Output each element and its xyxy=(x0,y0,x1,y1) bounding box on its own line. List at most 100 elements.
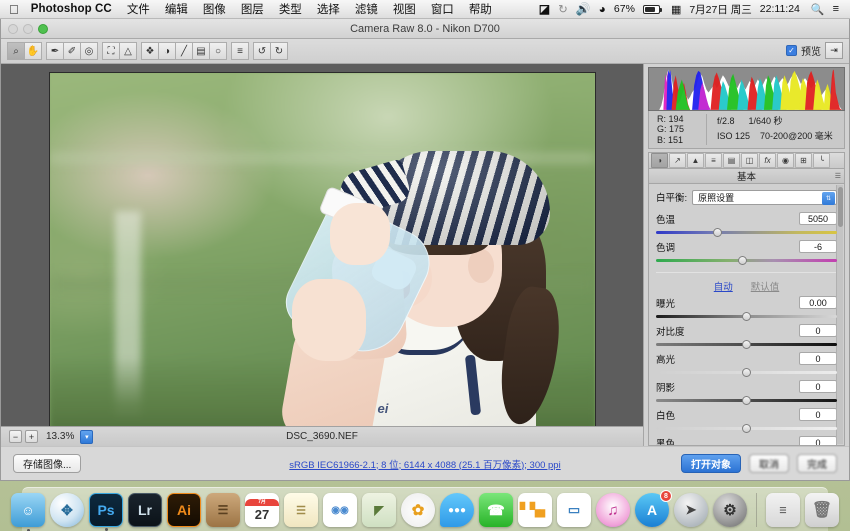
slider-knob-tint[interactable] xyxy=(738,255,748,265)
dock-messages[interactable]: ●●● xyxy=(440,493,474,527)
battery-icon[interactable] xyxy=(642,4,662,14)
graduated-filter-tool[interactable]: ▤ xyxy=(192,42,210,60)
slider-track-whites[interactable] xyxy=(656,423,837,434)
menu-item-select[interactable]: 选择 xyxy=(317,1,340,17)
slider-knob-whites[interactable] xyxy=(742,423,751,433)
slider-track-temperature[interactable] xyxy=(656,227,837,238)
adjustment-brush-tool[interactable]: ╱ xyxy=(175,42,193,60)
volume-icon[interactable]: 🔊 xyxy=(576,2,591,16)
panel-menu-icon[interactable]: ☰ xyxy=(835,172,841,180)
slider-knob-shadows[interactable] xyxy=(742,395,751,405)
dock-illustrator[interactable]: Ai xyxy=(167,493,201,527)
slider-track-shadows[interactable] xyxy=(656,395,837,406)
slider-knob-temperature[interactable] xyxy=(713,227,723,237)
targeted-adjustment-tool[interactable]: ◎ xyxy=(80,42,98,60)
color-sampler-tool[interactable]: ✐ xyxy=(63,42,81,60)
slider-track-contrast[interactable] xyxy=(656,339,837,350)
dock-notes[interactable]: ☰ xyxy=(284,493,318,527)
time-machine-icon[interactable]: ↻ xyxy=(558,2,568,16)
chevron-updown-icon[interactable]: ⇅ xyxy=(822,191,835,205)
dock-reminders[interactable]: ◉◉ xyxy=(323,493,357,527)
workflow-options-link[interactable]: sRGB IEC61966-2.1; 8 位; 6144 x 4088 (25.… xyxy=(1,457,849,471)
dock-addressbook[interactable]: ☰ xyxy=(206,493,240,527)
preview-checkbox[interactable]: ✓ xyxy=(786,45,797,56)
panel-scrollbar-thumb[interactable] xyxy=(838,186,843,227)
tab-basic[interactable]: ◑ xyxy=(651,152,668,168)
slider-knob-contrast[interactable] xyxy=(742,339,751,349)
dock-maps[interactable]: ◤ xyxy=(362,493,396,527)
input-source-icon[interactable]: ▦ xyxy=(671,3,681,16)
search-icon[interactable]: 🔍 xyxy=(811,3,825,16)
auto-link[interactable]: 自动 xyxy=(714,279,733,293)
tab-lens-corrections[interactable]: ◫ xyxy=(741,152,758,168)
dock-photoshop[interactable]: Ps xyxy=(89,493,123,531)
slider-track-exposure[interactable] xyxy=(656,311,837,322)
menu-item-filter[interactable]: 滤镜 xyxy=(355,1,378,17)
slider-value-exposure[interactable]: 0.00 xyxy=(799,296,837,310)
tab-snapshots[interactable]: ╰ xyxy=(813,152,830,168)
slider-value-blacks[interactable]: 0 xyxy=(799,436,837,445)
straighten-tool[interactable]: △ xyxy=(119,42,137,60)
dock-numbers[interactable]: ▘▚▖ xyxy=(518,493,552,527)
menu-app-name[interactable]: Photoshop CC xyxy=(31,3,112,15)
spot-removal-tool[interactable]: ❖ xyxy=(141,42,159,60)
dock-finder[interactable]: ☺ xyxy=(11,493,45,531)
dock-downloads-stack[interactable]: ☰ xyxy=(766,493,800,527)
dock-itunes[interactable]: ♫ xyxy=(596,493,630,527)
white-balance-select[interactable]: 原照设置 ⇅ xyxy=(692,189,837,205)
default-link[interactable]: 默认值 xyxy=(751,279,780,293)
tab-detail[interactable]: ▲ xyxy=(687,152,704,168)
menu-item-view[interactable]: 视图 xyxy=(393,1,416,17)
dock-system-preferences[interactable]: ⚙ xyxy=(713,493,747,527)
tab-presets[interactable]: ⊞ xyxy=(795,152,812,168)
fullscreen-toggle-icon[interactable]: ⇥ xyxy=(825,42,843,59)
menu-item-layer[interactable]: 图层 xyxy=(241,1,264,17)
crop-tool[interactable]: ⛶ xyxy=(102,42,120,60)
menu-item-image[interactable]: 图像 xyxy=(203,1,226,17)
panel-scrollbar[interactable] xyxy=(836,184,843,444)
dock-trash[interactable]: 🗑 xyxy=(805,493,839,527)
nvidia-icon[interactable]: ◪ xyxy=(539,2,550,16)
cancel-button[interactable]: 取消 xyxy=(749,454,789,473)
red-eye-removal-tool[interactable]: ◑ xyxy=(158,42,176,60)
tab-effects[interactable]: fx xyxy=(759,152,776,168)
rotate-clockwise-tool[interactable]: ↻ xyxy=(270,42,288,60)
preview-image[interactable]: ei xyxy=(48,71,596,439)
dock-calendar[interactable]: 7月 27 xyxy=(245,493,279,527)
dock-safari[interactable]: ✥ xyxy=(50,493,84,527)
hand-tool[interactable]: ✋ xyxy=(24,42,42,60)
image-canvas-area[interactable]: ei − + 13.3% ▾ DSC_3690.NEF xyxy=(1,64,643,446)
dock-facetime[interactable]: ☎ xyxy=(479,493,513,527)
slider-track-tint[interactable] xyxy=(656,255,837,266)
slider-value-contrast[interactable]: 0 xyxy=(799,324,837,338)
slider-value-whites[interactable]: 0 xyxy=(799,408,837,422)
dock-photos[interactable]: ✿ xyxy=(401,493,435,527)
notification-center-icon[interactable]: ≡ xyxy=(833,3,839,15)
dock-keynote[interactable]: ▭ xyxy=(557,493,591,527)
menu-item-type[interactable]: 类型 xyxy=(279,1,302,17)
rotate-counterclockwise-tool[interactable]: ↺ xyxy=(253,42,271,60)
zoom-tool[interactable]: ⌕ xyxy=(7,42,25,60)
slider-value-shadows[interactable]: 0 xyxy=(799,380,837,394)
radial-filter-tool[interactable]: ○ xyxy=(209,42,227,60)
menu-item-edit[interactable]: 编辑 xyxy=(165,1,188,17)
wifi-icon[interactable]: ◕ xyxy=(599,2,606,16)
menu-item-window[interactable]: 窗口 xyxy=(431,1,454,17)
tab-split-toning[interactable]: ▤ xyxy=(723,152,740,168)
menu-item-file[interactable]: 文件 xyxy=(127,1,150,17)
slider-value-temperature[interactable]: 5050 xyxy=(799,212,837,226)
slider-value-tint[interactable]: -6 xyxy=(799,240,837,254)
apple-icon[interactable]:  xyxy=(9,3,19,16)
slider-knob-exposure[interactable] xyxy=(742,311,751,321)
tab-hsl-grayscale[interactable]: ≡ xyxy=(705,152,722,168)
menu-item-help[interactable]: 帮助 xyxy=(469,1,492,17)
tab-camera-calibration[interactable]: ◉ xyxy=(777,152,794,168)
white-balance-tool[interactable]: ✒ xyxy=(46,42,64,60)
preferences-tool[interactable]: ≡ xyxy=(231,42,249,60)
tab-tone-curve[interactable]: ↗ xyxy=(669,152,686,168)
dock-lightroom[interactable]: Lr xyxy=(128,493,162,527)
slider-track-highlights[interactable] xyxy=(656,367,837,378)
dock-appstore[interactable]: A8 xyxy=(635,490,672,527)
dock-launchpad[interactable]: ➤ xyxy=(674,493,708,527)
done-button[interactable]: 完成 xyxy=(797,454,837,473)
